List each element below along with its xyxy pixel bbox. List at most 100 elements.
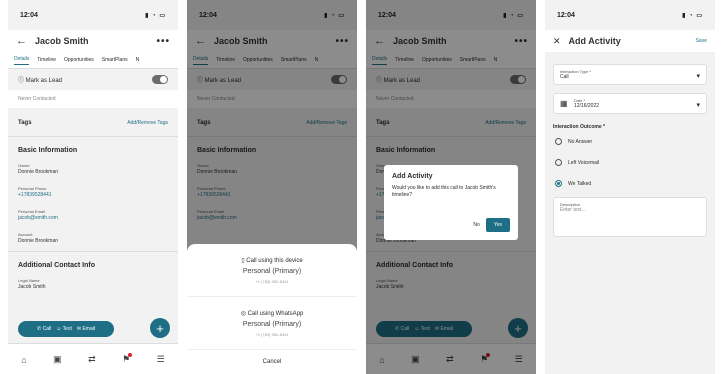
status-bar: 12:04 ▮ ◔ ▭ <box>545 0 715 30</box>
add-activity-header: ✕ Add Activity Save <box>545 30 715 52</box>
status-time: 12:04 <box>557 11 575 19</box>
outcome-option-label: Left Voicemail <box>568 159 600 166</box>
mark-as-lead-row: ⓛ Mark as Lead <box>8 69 178 90</box>
contact-name: Jacob Smith <box>35 36 89 46</box>
tab-details[interactable]: Details <box>14 56 30 65</box>
divider <box>8 251 178 252</box>
additional-info-heading: Additional Contact Info <box>18 262 95 269</box>
legal-name-label: Legal Name <box>18 278 40 283</box>
quick-actions-bar: ✆ Call ☺ Text ✉ Email <box>18 321 114 337</box>
chevron-down-icon: ▾ <box>696 73 700 80</box>
phone-details-screen: 12:04 ▮ ◔ ▭ ← Jacob Smith ••• Details Ti… <box>8 0 178 374</box>
date-value: 12/16/2022 <box>574 103 600 109</box>
call-options-sheet: ▯ Call using this device Personal (Prima… <box>187 244 357 374</box>
email-label: Personal Email <box>18 209 45 214</box>
interaction-type-select[interactable]: Interaction Type * Call ▾ <box>553 64 707 85</box>
email-link[interactable]: jacob@smith.com <box>18 215 168 222</box>
device-line-name: Personal (Primary) <box>242 267 302 275</box>
phone-add-activity-dialog-screen: 12:04 ▮ ◔ ▭ ← Jacob Smith ••• Details Ti… <box>366 0 536 374</box>
text-button[interactable]: ☺ Text <box>56 326 72 332</box>
menu-icon[interactable]: ☰ <box>157 354 165 365</box>
contact-status-row: Never Contacted <box>8 90 178 108</box>
radio-selected-icon <box>555 180 562 187</box>
mark-as-lead-text: Mark as Lead <box>25 78 63 84</box>
dialog-message: Would you like to add this call to Jacob… <box>392 185 496 198</box>
account-field: Account Donnie Brookman <box>8 229 178 247</box>
status-bar: 12:04 ▮ ◔ ▭ <box>8 0 178 30</box>
call-device-option[interactable]: ▯ Call using this device Personal (Prima… <box>187 244 357 297</box>
description-field[interactable]: Description Enter text... <box>553 197 707 237</box>
contact-header: ← Jacob Smith ••• <box>8 30 178 52</box>
more-options-icon[interactable]: ••• <box>156 36 170 47</box>
phone-add-activity-form-screen: 12:04 ▮ ◔ ▭ ✕ Add Activity Save Interact… <box>545 0 715 374</box>
notifications-icon[interactable]: ⚑ <box>122 353 133 365</box>
save-button[interactable]: Save <box>696 38 707 44</box>
email-label: Email <box>82 326 95 332</box>
whatsapp-label: ◎ Call using WhatsApp <box>240 310 304 317</box>
close-icon[interactable]: ✕ <box>553 36 561 47</box>
owner-label: Owner <box>18 163 30 168</box>
whatsapp-line-name: Personal (Primary) <box>242 320 302 328</box>
account-label: Account <box>18 232 33 237</box>
phone-call-options-screen: 12:04 ▮ ◔ ▭ ← Jacob Smith ••• Details Ti… <box>187 0 357 374</box>
mark-as-lead-label: ⓛ Mark as Lead <box>18 78 63 84</box>
status-indicators-icon: ▮ ◔ ▭ <box>145 12 166 19</box>
phone-link[interactable]: +17839528441 <box>18 192 168 199</box>
dialog-no-button[interactable]: No <box>473 222 479 228</box>
phone-label: Personal Phone <box>18 186 47 191</box>
tags-row: Tags Add/Remove Tags <box>8 114 178 132</box>
tab-opportunities[interactable]: Opportunities <box>64 57 94 63</box>
call-whatsapp-option[interactable]: ◎ Call using WhatsApp Personal (Primary)… <box>187 297 357 350</box>
tab-bar: Details Timeline Opportunities SmartPlan… <box>8 52 178 69</box>
dialog-yes-button[interactable]: Yes <box>485 218 510 232</box>
dialog-title: Add Activity <box>392 173 433 180</box>
text-label: Text <box>62 326 72 332</box>
outcome-option-left-voicemail[interactable]: Left Voicemail <box>545 155 715 170</box>
outcome-option-we-talked[interactable]: We Talked <box>545 176 715 191</box>
tab-timeline[interactable]: Timeline <box>37 57 56 63</box>
outcome-option-label: We Talked <box>568 180 592 187</box>
radio-icon <box>555 159 562 166</box>
device-label-text: Call using this device <box>246 257 303 264</box>
divider <box>8 136 178 137</box>
phone-field: Personal Phone +17839528441 <box>8 183 178 201</box>
outcome-label: Interaction Outcome * <box>553 124 605 130</box>
calendar-icon: ▦ <box>560 99 568 108</box>
call-button[interactable]: ✆ Call <box>37 326 51 332</box>
status-time: 12:04 <box>20 11 38 19</box>
owner-value: Donnie Brookman <box>18 169 59 175</box>
call-label: Call <box>42 326 52 332</box>
interaction-type-value: Call <box>560 74 569 80</box>
device-label: ▯ Call using this device <box>241 257 303 264</box>
add-activity-dialog: Add Activity Would you like to add this … <box>384 165 518 240</box>
home-icon[interactable]: ⌂ <box>21 355 26 365</box>
status-indicators-icon: ▮ ◔ ▭ <box>682 12 703 19</box>
legal-name-value: Jacob Smith <box>18 284 46 290</box>
tab-smartplans[interactable]: SmartPlans <box>102 57 128 63</box>
contacts-icon[interactable]: ▣ <box>53 354 62 365</box>
basic-info-heading: Basic Information <box>18 147 78 154</box>
never-contacted-text: Never Contacted <box>18 96 56 102</box>
outcome-option-no-answer[interactable]: No Answer <box>545 134 715 149</box>
tab-overflow[interactable]: N <box>136 57 140 63</box>
date-select[interactable]: ▦ Date * 12/16/2022 ▾ <box>553 93 707 114</box>
add-activity-title: Add Activity <box>568 36 621 46</box>
transfer-icon[interactable]: ⇄ <box>88 354 96 365</box>
add-fab-icon[interactable]: + <box>150 318 170 338</box>
chevron-down-icon: ▾ <box>696 102 700 109</box>
account-value: Donnie Brookman <box>18 238 59 244</box>
outcome-option-label: No Answer <box>568 138 593 145</box>
description-placeholder: Enter text... <box>560 207 586 213</box>
owner-field: Owner Donnie Brookman <box>8 160 178 178</box>
bottom-nav: ⌂ ▣ ⇄ ⚑ ☰ <box>8 343 178 374</box>
whatsapp-line-number: +1 (783) 952-8441 <box>255 331 289 337</box>
email-button[interactable]: ✉ Email <box>77 326 95 332</box>
device-line-number: +1 (783) 952-8441 <box>255 278 289 284</box>
tags-label: Tags <box>18 120 32 126</box>
radio-icon <box>555 138 562 145</box>
mark-as-lead-toggle[interactable] <box>152 75 168 84</box>
add-remove-tags-link[interactable]: Add/Remove Tags <box>127 120 168 126</box>
email-field: Personal Email jacob@smith.com <box>8 206 178 224</box>
back-arrow-icon[interactable]: ← <box>16 35 27 47</box>
cancel-button[interactable]: Cancel <box>187 350 357 374</box>
